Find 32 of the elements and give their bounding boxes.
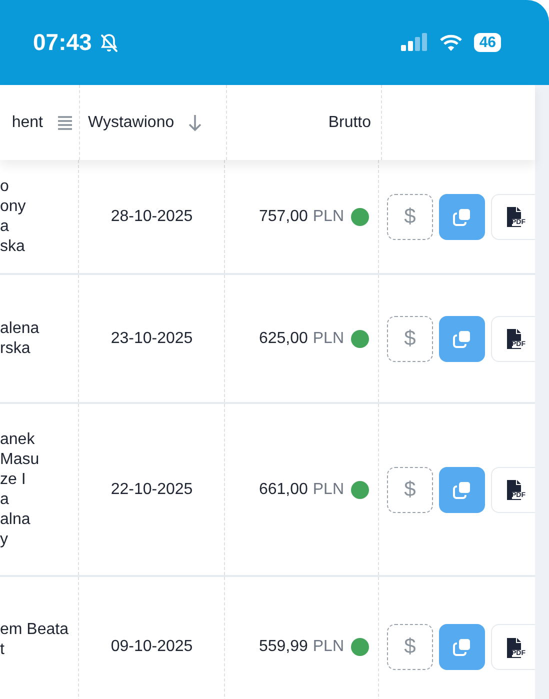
issue-date: 22-10-2025 [110, 480, 193, 498]
gross-amount: 559,99 [258, 638, 308, 656]
copy-icon [452, 206, 472, 226]
battery-level: 46 [474, 33, 501, 52]
issue-date: 23-10-2025 [110, 330, 193, 348]
column-header[interactable]: hent [12, 114, 43, 132]
currency: PLN [312, 330, 344, 348]
issue-date: 28-10-2025 [110, 208, 193, 226]
sort-down-icon[interactable] [188, 114, 202, 132]
copy-icon [452, 480, 472, 500]
copy-icon [452, 328, 472, 348]
copy-button[interactable] [439, 194, 485, 240]
issue-date: 09-10-2025 [110, 638, 193, 656]
client-name: anek Masu ze I a alna y [0, 430, 40, 550]
gross-amount: 661,00 [258, 480, 308, 498]
currency: PLN [312, 208, 344, 226]
column-header[interactable]: Brutto [328, 114, 371, 132]
client-name: em Beata t [0, 620, 68, 660]
copy-button[interactable] [439, 316, 485, 362]
currency: PLN [312, 480, 344, 498]
wifi-icon [439, 34, 464, 52]
copy-button[interactable] [439, 624, 485, 670]
menu-icon[interactable] [57, 114, 73, 130]
currency: PLN [312, 638, 344, 656]
client-name: o ony a ska [0, 176, 26, 256]
clock-time: 07:43 [33, 29, 92, 56]
gross-amount: 625,00 [258, 330, 308, 348]
client-name: alena rska [0, 318, 40, 358]
copy-button[interactable] [439, 466, 485, 512]
column-header[interactable]: Wystawiono [88, 114, 174, 132]
copy-icon [452, 637, 472, 657]
gross-amount: 757,00 [258, 208, 308, 226]
